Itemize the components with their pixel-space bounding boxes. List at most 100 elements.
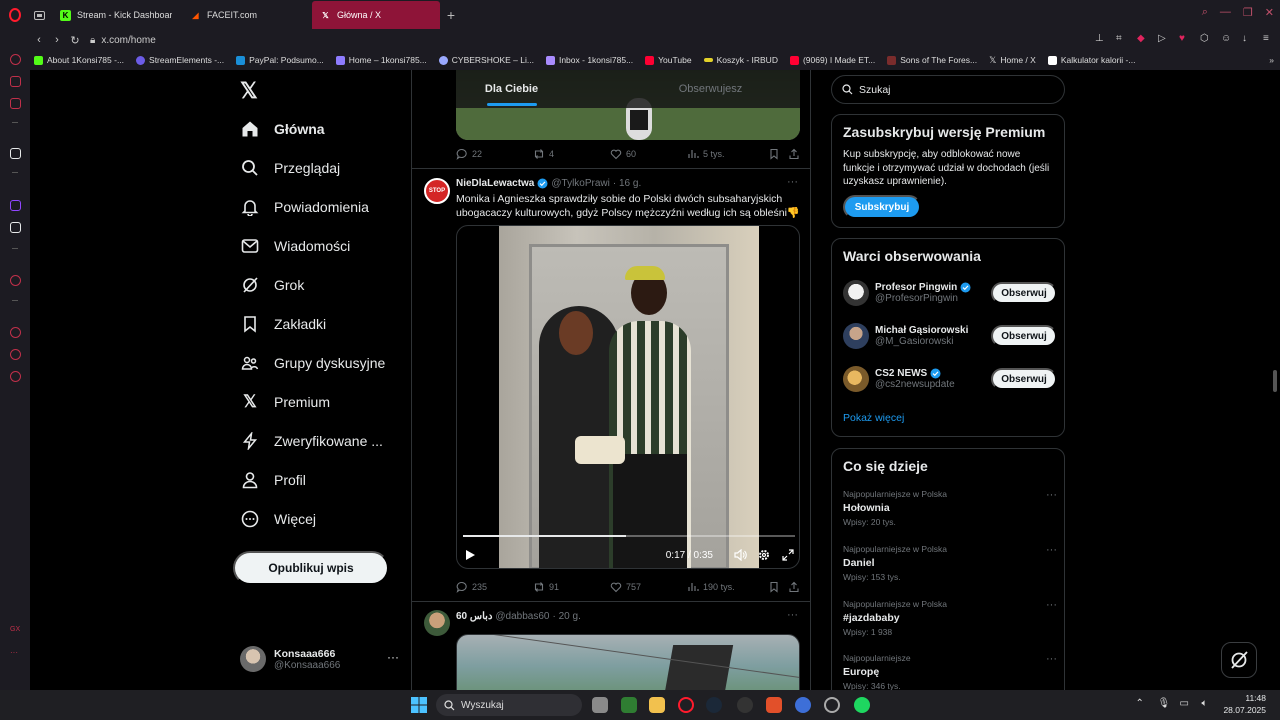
- author-handle[interactable]: @dabbas60: [495, 611, 549, 622]
- aria-icon[interactable]: [10, 54, 21, 65]
- opera-logo-icon[interactable]: [0, 0, 30, 30]
- share-icon[interactable]: [788, 148, 800, 160]
- avatar[interactable]: [424, 610, 450, 636]
- follow-button[interactable]: Obserwuj: [991, 282, 1057, 304]
- reload-icon[interactable]: ↻: [66, 34, 84, 47]
- trend-item[interactable]: Najpopularniejsze w Polska #jazdababy Wp…: [843, 599, 1057, 643]
- bookmark[interactable]: Inbox - 1konsi785...: [545, 55, 633, 65]
- windows-start-icon[interactable]: [411, 697, 427, 713]
- search-input[interactable]: Szukaj: [831, 75, 1065, 104]
- video-progress-bar[interactable]: [463, 535, 795, 537]
- monitor-icon[interactable]: ▭: [1179, 698, 1191, 710]
- play-icon[interactable]: [463, 548, 477, 562]
- trend-item[interactable]: Najpopularniejsze w Polska Hołownia Wpis…: [843, 489, 1057, 533]
- more-horizontal-icon[interactable]: ···: [787, 176, 798, 188]
- volume-icon[interactable]: [733, 548, 747, 562]
- more-horizontal-icon[interactable]: ···: [1046, 599, 1057, 611]
- bookmark-icon[interactable]: [768, 581, 780, 593]
- app-icon[interactable]: [824, 697, 840, 713]
- show-more-link[interactable]: Pokaż więcej: [843, 412, 904, 424]
- player-icon[interactable]: [10, 275, 21, 286]
- post-media[interactable]: [456, 634, 800, 690]
- tab-kick[interactable]: K Stream - Kick Dashboard: [52, 1, 180, 29]
- bookmark[interactable]: CYBERSHOKE – Li...: [438, 55, 534, 65]
- nav-item-notifications[interactable]: Powiadomienia: [240, 193, 369, 221]
- nav-item-verified-orgs[interactable]: Zweryfikowane ...: [240, 427, 383, 455]
- twitch-icon[interactable]: [10, 200, 21, 211]
- steam-icon[interactable]: [706, 697, 722, 713]
- trend-item[interactable]: Najpopularniejsze w Polska Daniel Wpisy:…: [843, 544, 1057, 588]
- x-logo-icon[interactable]: 𝕏: [240, 78, 262, 103]
- author-handle[interactable]: @TylkoPrawi: [551, 178, 610, 189]
- search-tabs-icon[interactable]: ⌕: [1202, 6, 1208, 19]
- post-time[interactable]: · 16 g.: [613, 178, 641, 189]
- clock[interactable]: 11:48 28.07.2025: [1223, 692, 1266, 716]
- repost-button[interactable]: 91: [533, 581, 610, 593]
- more-horizontal-icon[interactable]: ···: [1046, 489, 1057, 501]
- gx-icon[interactable]: GX: [10, 626, 21, 637]
- tab-x-home[interactable]: 𝕏 Główna / X: [312, 1, 440, 29]
- author-name[interactable]: 60 دباس: [456, 611, 492, 622]
- author-name[interactable]: NieDlaLewactwa: [456, 178, 534, 189]
- sidebar-app-icon[interactable]: [10, 98, 21, 109]
- avatar[interactable]: STOP: [424, 178, 450, 204]
- task-view-icon[interactable]: [592, 697, 608, 713]
- minimize-icon[interactable]: —: [1220, 6, 1231, 19]
- more-icon[interactable]: ···: [10, 648, 21, 659]
- trend-item[interactable]: Najpopularniejsze Europę Wpisy: 346 tys.…: [843, 653, 1057, 690]
- follow-suggestion[interactable]: Michał Gąsiorowski @M_Gasiorowski Obserw…: [843, 321, 1057, 351]
- url-field[interactable]: 🔒︎ x.com/home: [90, 35, 156, 46]
- bookmark[interactable]: PayPal: Podsumo...: [236, 55, 324, 65]
- more-horizontal-icon[interactable]: ···: [1046, 544, 1057, 556]
- bookmark[interactable]: 𝕏 Home / X: [989, 55, 1036, 66]
- chevron-right-icon[interactable]: »: [1269, 55, 1274, 65]
- opera-gx-icon[interactable]: [678, 697, 694, 713]
- app-icon[interactable]: [795, 697, 811, 713]
- speaker-icon[interactable]: 🔈︎: [1201, 698, 1213, 710]
- fullscreen-icon[interactable]: [781, 548, 795, 562]
- nav-item-more[interactable]: Więcej: [240, 505, 316, 533]
- microphone-icon[interactable]: 🎙︎: [1157, 698, 1170, 710]
- tab-following[interactable]: Obserwujesz: [611, 70, 810, 108]
- x-icon[interactable]: [10, 222, 21, 233]
- file-explorer-icon[interactable]: [649, 697, 665, 713]
- taskbar-search[interactable]: Wyszukaj: [436, 694, 582, 716]
- follow-button[interactable]: Obserwuj: [991, 368, 1057, 390]
- shield-icon[interactable]: [766, 697, 782, 713]
- app-icon[interactable]: [737, 697, 753, 713]
- views-button[interactable]: 5 tys.: [687, 148, 768, 160]
- bookmark[interactable]: StreamElements -...: [136, 55, 224, 65]
- bookmark[interactable]: Koszyk - IRBUD: [703, 55, 778, 65]
- share-icon[interactable]: [788, 581, 800, 593]
- nav-item-premium[interactable]: 𝕏 Premium: [240, 388, 330, 416]
- spotify-icon[interactable]: [854, 697, 870, 713]
- repost-button[interactable]: 4: [533, 148, 610, 160]
- download-icon[interactable]: ↓: [1242, 33, 1253, 44]
- follow-button[interactable]: Obserwuj: [991, 325, 1057, 347]
- bookmark-icon[interactable]: [768, 148, 780, 160]
- profile-icon[interactable]: ☺: [1221, 33, 1232, 44]
- post-button[interactable]: Opublikuj wpis: [233, 551, 389, 585]
- app-icon[interactable]: [621, 697, 637, 713]
- sidebar-app-icon[interactable]: [10, 76, 21, 87]
- pocket-icon[interactable]: ◆: [1137, 33, 1148, 44]
- views-button[interactable]: 190 tys.: [687, 581, 768, 593]
- sidebar-app-icon[interactable]: [10, 148, 21, 159]
- heart-icon[interactable]: ♥: [1179, 33, 1190, 44]
- bookmark[interactable]: YouTube: [645, 55, 692, 65]
- nav-item-bookmarks[interactable]: Zakładki: [240, 310, 326, 338]
- maximize-icon[interactable]: ❐: [1243, 6, 1253, 19]
- like-button[interactable]: 757: [610, 581, 687, 593]
- subscribe-button[interactable]: Subskrybuj: [843, 195, 921, 219]
- grok-floating-button[interactable]: [1221, 642, 1257, 678]
- bookmark[interactable]: About 1Konsi785 -...: [34, 55, 124, 65]
- back-icon[interactable]: ‹: [30, 34, 48, 46]
- more-horizontal-icon[interactable]: ···: [387, 650, 399, 664]
- more-horizontal-icon[interactable]: ···: [787, 609, 798, 621]
- follow-suggestion[interactable]: Profesor Pingwin @ProfesorPingwin Obserw…: [843, 278, 1057, 308]
- nav-item-grok[interactable]: Grok: [240, 271, 304, 299]
- extensions-icon[interactable]: [10, 349, 21, 360]
- menu-icon[interactable]: ≡: [1263, 33, 1274, 44]
- account-switcher[interactable]: Konsaaa666 @Konsaaa666 ···: [240, 644, 405, 674]
- bookmark[interactable]: Kalkulator kalorii -...: [1047, 55, 1135, 65]
